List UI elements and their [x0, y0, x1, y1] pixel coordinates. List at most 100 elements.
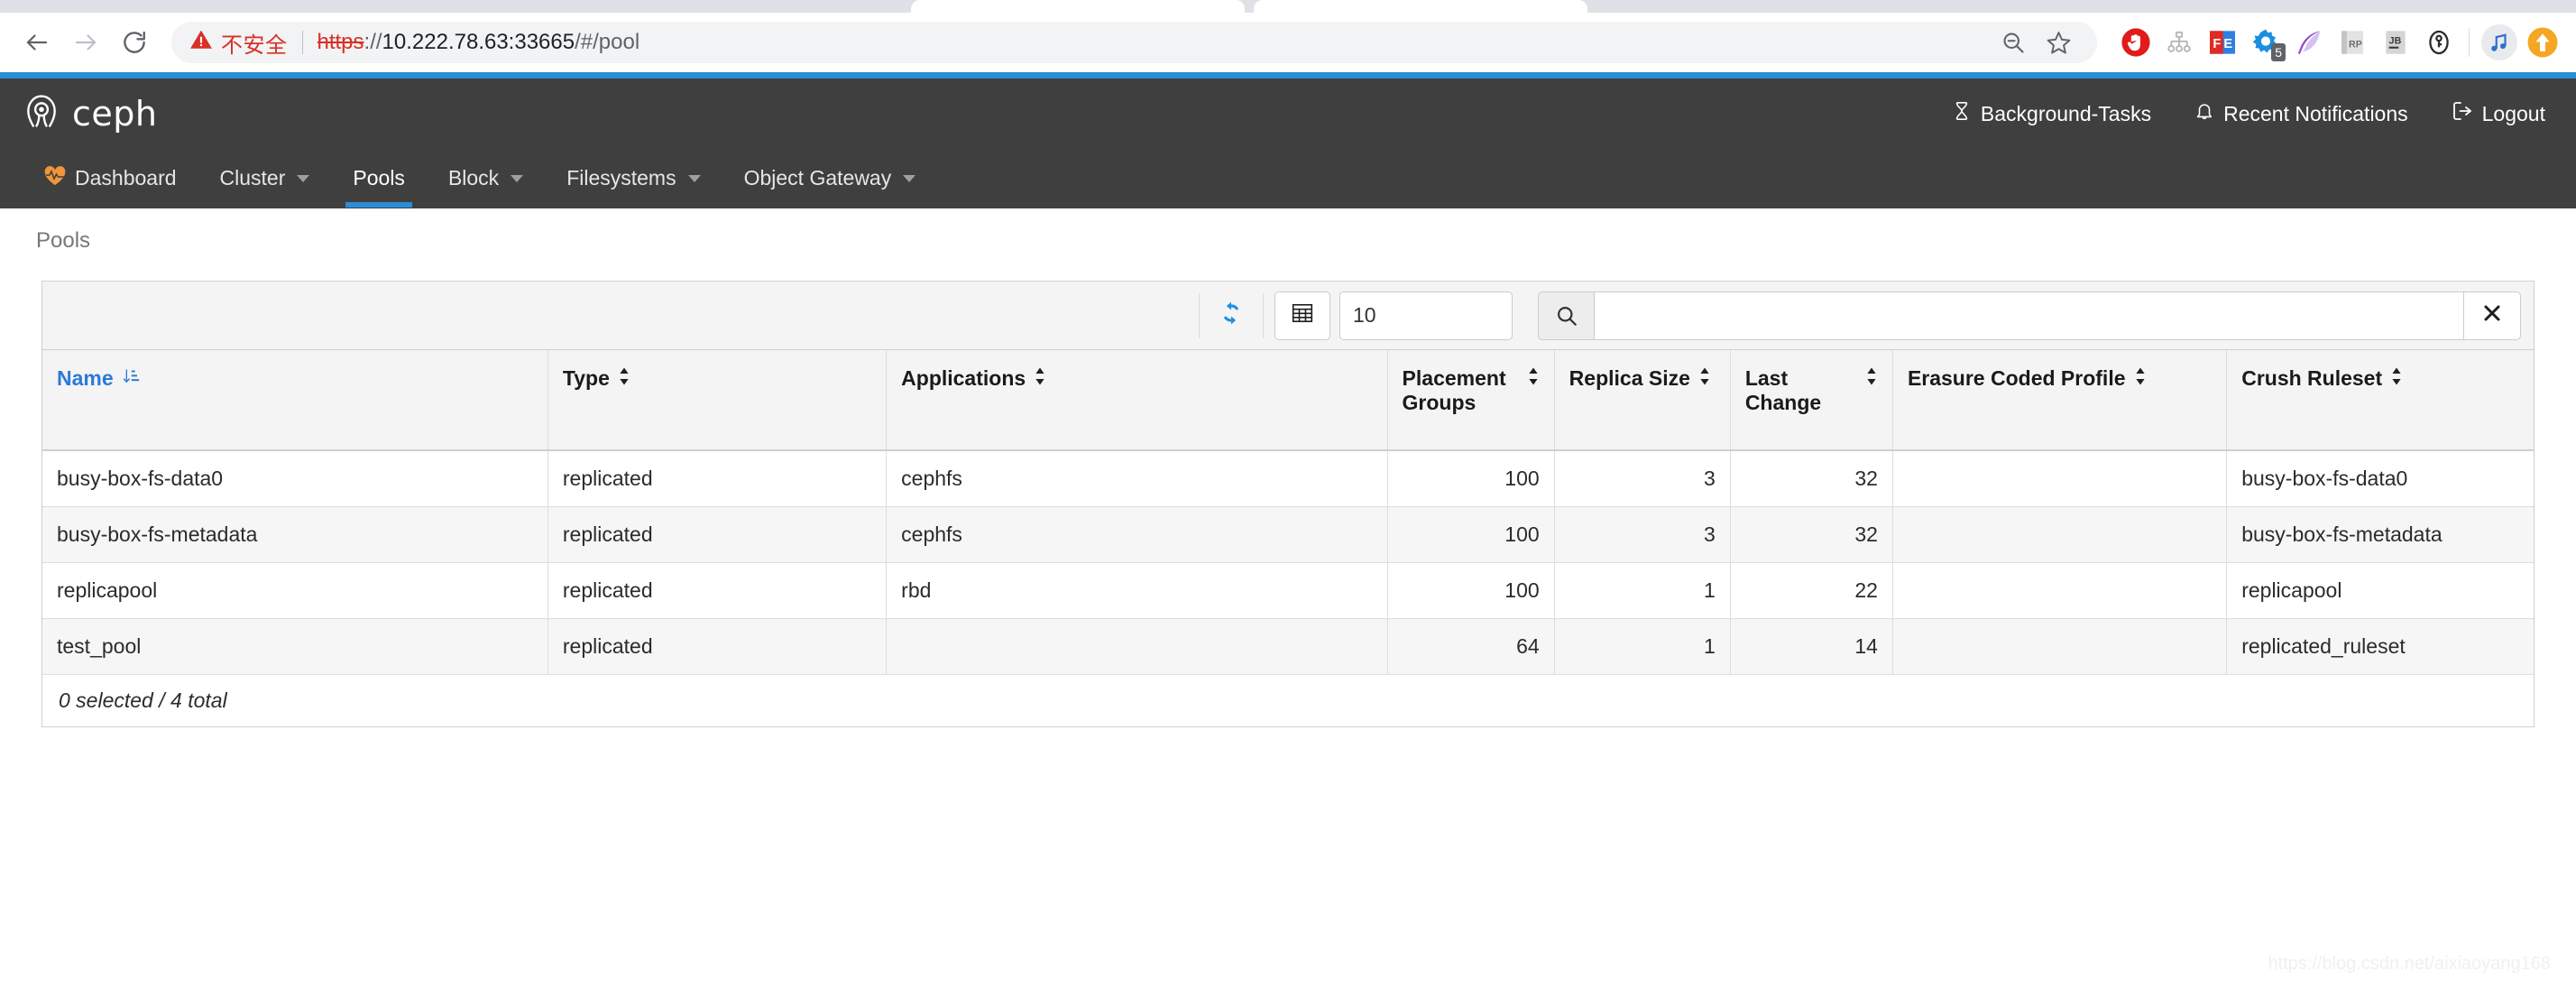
- sort-amount-asc-icon: [122, 366, 140, 391]
- gear-badge-count: 5: [2271, 43, 2286, 61]
- column-header-last-change[interactable]: Last Change: [1730, 350, 1893, 451]
- header-links: Background-Tasks Recent Notifications Lo…: [1952, 100, 2545, 127]
- nav-item-filesystems[interactable]: Filesystems: [545, 149, 722, 208]
- sign-out-icon: [2452, 100, 2473, 127]
- gear-badge-icon[interactable]: 5: [2245, 22, 2286, 63]
- cell-erasure-coded-profile: [1892, 618, 2228, 675]
- cell-crush-ruleset: busy-box-fs-data0: [2226, 450, 2534, 507]
- table-row[interactable]: busy-box-fs-metadata replicated cephfs 1…: [42, 506, 2534, 563]
- watermark: https://blog.csdn.net/aixiaoyang168: [2268, 954, 2551, 974]
- rp-icon[interactable]: RP: [2332, 22, 2373, 63]
- cell-name: busy-box-fs-data0: [42, 450, 548, 507]
- cell-placement-groups: 100: [1387, 562, 1555, 619]
- url-separator: ://: [363, 30, 382, 54]
- nav-label-filesystems: Filesystems: [566, 166, 676, 189]
- nav-label-dashboard: Dashboard: [75, 166, 177, 189]
- back-button[interactable]: [13, 18, 61, 67]
- column-header-type[interactable]: Type: [547, 350, 888, 451]
- reload-button[interactable]: [110, 18, 159, 67]
- column-header-crush-ruleset[interactable]: Crush Ruleset: [2226, 350, 2534, 451]
- address-bar[interactable]: 不安全 https://10.222.78.63:33665/#/pool: [171, 22, 2097, 63]
- reload-icon: [121, 29, 148, 56]
- column-label-last-change: Last Change: [1744, 366, 1822, 414]
- search-icon: [1538, 291, 1594, 340]
- cell-crush-ruleset: replicated_ruleset: [2226, 618, 2534, 675]
- recent-notifications-link[interactable]: Recent Notifications: [2194, 100, 2408, 127]
- cell-last-change: 32: [1730, 450, 1893, 507]
- sitemap-tree-icon[interactable]: [2158, 22, 2200, 63]
- refresh-button[interactable]: [1205, 293, 1257, 338]
- url-host: 10.222.78.63:33665: [382, 30, 575, 54]
- cell-replica-size: 3: [1554, 506, 1731, 563]
- chevron-down-icon: [511, 174, 524, 182]
- close-x-icon: [2481, 302, 2503, 328]
- cell-erasure-coded-profile: [1892, 506, 2228, 563]
- feather-pen-icon[interactable]: [2288, 22, 2330, 63]
- nav-item-pools[interactable]: Pools: [331, 149, 427, 208]
- jb-toolbox-icon[interactable]: JB: [2375, 22, 2416, 63]
- clear-search-button[interactable]: [2463, 291, 2521, 340]
- toolbar-divider: [2469, 28, 2470, 57]
- sort-icon: [2134, 366, 2147, 392]
- pools-table-card: 10 Name Type Applications Placement Grou…: [41, 281, 2535, 727]
- key-circle-icon[interactable]: [2418, 22, 2460, 63]
- column-header-placement-groups[interactable]: Placement Groups: [1387, 350, 1555, 451]
- insecure-warning[interactable]: 不安全: [189, 27, 288, 59]
- fe-helper-icon[interactable]: F E: [2202, 22, 2243, 63]
- cell-last-change: 22: [1730, 562, 1893, 619]
- refresh-icon: [1219, 300, 1244, 330]
- bookmark-star-icon[interactable]: [2038, 22, 2079, 63]
- cell-applications: rbd: [886, 562, 1388, 619]
- zoom-out-icon[interactable]: [1992, 22, 2034, 63]
- brand[interactable]: ceph: [22, 92, 157, 136]
- nav-label-object-gateway: Object Gateway: [743, 166, 892, 189]
- nav-item-cluster[interactable]: Cluster: [198, 149, 332, 208]
- sort-icon: [618, 366, 630, 392]
- music-note-icon[interactable]: [2479, 22, 2520, 63]
- chevron-down-icon: [903, 174, 916, 182]
- cell-type: replicated: [547, 506, 888, 563]
- column-header-name[interactable]: Name: [42, 350, 548, 451]
- background-tasks-link[interactable]: Background-Tasks: [1952, 100, 2151, 127]
- cell-applications: [886, 618, 1388, 675]
- page-limit-input[interactable]: 10: [1339, 291, 1513, 340]
- browser-tab[interactable]: [1254, 0, 1587, 13]
- sort-icon: [1865, 366, 1878, 392]
- background-tasks-label: Background-Tasks: [1980, 101, 2152, 125]
- nav-label-cluster: Cluster: [219, 166, 286, 189]
- table-row[interactable]: test_pool replicated 64 1 14 replicated_…: [42, 618, 2534, 675]
- forward-button[interactable]: [61, 18, 110, 67]
- nav-item-block[interactable]: Block: [427, 149, 545, 208]
- adblock-stop-hand-icon[interactable]: [2115, 22, 2157, 63]
- nav-label-block: Block: [447, 166, 500, 189]
- table-columns-icon: [1291, 301, 1314, 329]
- search-input[interactable]: [1594, 291, 2463, 340]
- column-header-erasure-coded-profile[interactable]: Erasure Coded Profile: [1892, 350, 2228, 451]
- logout-link[interactable]: Logout: [2452, 100, 2545, 127]
- column-header-applications[interactable]: Applications: [886, 350, 1388, 451]
- breadcrumb-label: Pools: [36, 228, 91, 253]
- main-navigation: Dashboard Cluster Pools Block Filesystem…: [0, 149, 2576, 208]
- table-row[interactable]: busy-box-fs-data0 replicated cephfs 100 …: [42, 450, 2534, 507]
- browser-tab[interactable]: [911, 0, 1245, 13]
- nav-item-object-gateway[interactable]: Object Gateway: [722, 149, 938, 208]
- sort-icon: [1698, 366, 1711, 392]
- cell-type: replicated: [547, 450, 888, 507]
- cell-crush-ruleset: busy-box-fs-metadata: [2226, 506, 2534, 563]
- chevron-down-icon: [297, 174, 310, 182]
- table-row[interactable]: replicapool replicated rbd 100 1 22 repl…: [42, 562, 2534, 619]
- column-label-erasure-coded-profile: Erasure Coded Profile: [1907, 366, 2126, 390]
- cell-crush-ruleset: replicapool: [2226, 562, 2534, 619]
- cell-last-change: 32: [1730, 506, 1893, 563]
- chevron-down-icon: [687, 174, 701, 182]
- upload-arrow-icon[interactable]: [2522, 22, 2563, 63]
- sort-icon: [1034, 366, 1046, 392]
- toolbar-divider: [1263, 292, 1264, 338]
- bell-icon: [2194, 100, 2214, 127]
- svg-text:JB: JB: [2389, 35, 2402, 46]
- column-selector-button[interactable]: [1274, 291, 1330, 340]
- column-header-replica-size[interactable]: Replica Size: [1554, 350, 1731, 451]
- omnibox-actions: [1992, 22, 2079, 63]
- nav-item-dashboard[interactable]: Dashboard: [22, 149, 198, 208]
- pools-table: Name Type Applications Placement Groups …: [42, 350, 2534, 675]
